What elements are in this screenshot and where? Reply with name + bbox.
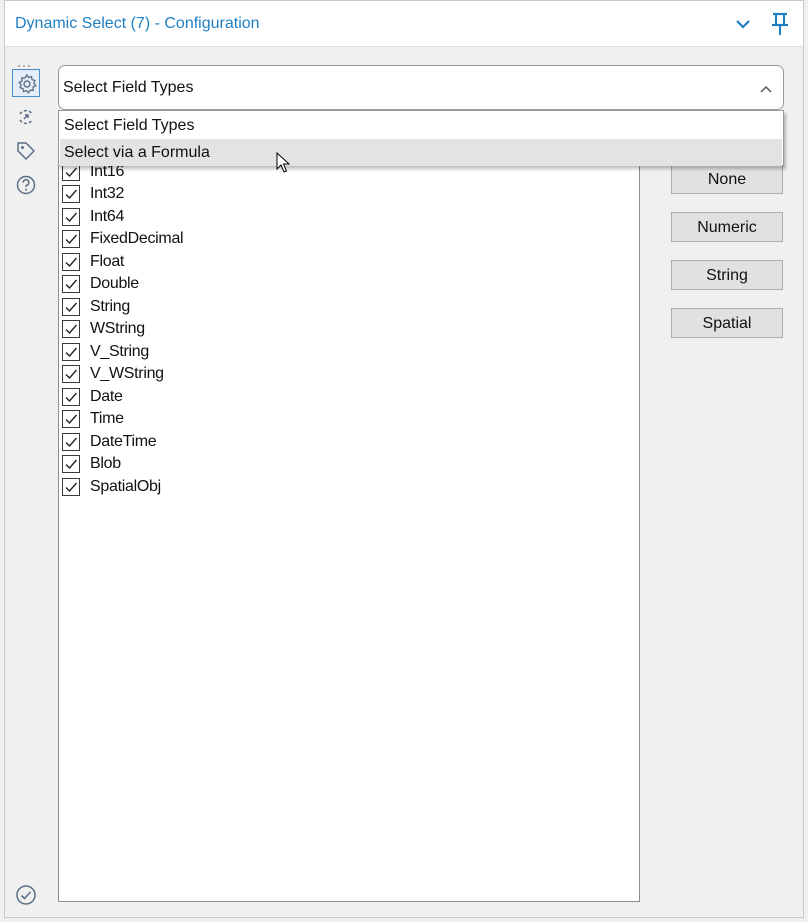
checkmark-icon [65,437,78,448]
list-item-label: SpatialObj [90,478,161,495]
checkbox[interactable] [62,208,80,226]
checkbox[interactable] [62,388,80,406]
select-numeric-button[interactable]: Numeric [671,212,783,242]
list-item-label: Int32 [90,185,125,202]
checkmark-icon [65,347,78,358]
list-item[interactable]: Double [62,273,622,295]
checkbox[interactable] [62,433,80,451]
checkmark-icon [65,482,78,493]
checkbox[interactable] [62,298,80,316]
chevron-down-icon[interactable] [734,15,752,33]
dropdown-option-label: Select via a Formula [64,144,210,161]
list-item-label: FixedDecimal [90,230,184,247]
list-item[interactable]: Time [62,408,622,430]
checkbox[interactable] [62,275,80,293]
checkmark-icon [65,324,78,335]
sidebar-annotation-tab[interactable] [12,137,40,165]
list-item-label: Int64 [90,208,125,225]
checkbox[interactable] [62,230,80,248]
sidebar-help-tab[interactable] [12,171,40,199]
panel-header: Dynamic Select (7) - Configuration [5,1,803,47]
select-none-button-label: None [707,171,747,188]
help-icon [16,175,36,195]
chevron-up-icon[interactable] [759,82,773,94]
grip-dots-icon [17,55,33,67]
list-item[interactable]: WString [62,318,622,340]
list-item[interactable]: V_String [62,341,622,363]
panel-title: Dynamic Select (7) - Configuration [15,15,260,32]
list-item-label: Date [90,388,123,405]
checkmark-icon [65,234,78,245]
list-item-label: Double [90,275,139,292]
list-item[interactable]: Date [62,386,622,408]
list-item[interactable]: SpatialObj [62,476,622,498]
list-item-label: V_WString [90,365,164,382]
checkbox[interactable] [62,253,80,271]
checkmark-icon [65,189,78,200]
checkmark-icon [65,392,78,403]
checkmark-icon [65,414,78,425]
mouse-cursor-icon [276,151,291,174]
checkmark-icon [65,279,78,290]
dropdown-option-formula[interactable]: Select via a Formula [60,139,782,166]
list-item[interactable]: Int64 [62,206,622,228]
select-string-button[interactable]: String [671,260,783,290]
checkmark-icon [65,369,78,380]
sidebar-configuration-tab[interactable] [12,69,40,97]
list-item-label: DateTime [90,433,157,450]
checkmark-icon [65,257,78,268]
mode-select-value: Select Field Types [63,79,194,96]
select-numeric-button-label: Numeric [697,219,757,236]
select-none-button[interactable]: None [671,164,783,194]
list-item[interactable]: DateTime [62,431,622,453]
checkbox[interactable] [62,343,80,361]
pin-icon[interactable] [769,11,791,37]
checkmark-icon [65,302,78,313]
list-item-label: String [90,298,130,315]
checkmark-icon [65,212,78,223]
checkbox[interactable] [62,455,80,473]
checkbox[interactable] [62,410,80,428]
dropdown-option-field-types[interactable]: Select Field Types [60,112,782,139]
check-circle-icon[interactable] [15,884,37,906]
checkmark-icon [65,459,78,470]
list-item-label: V_String [90,343,149,360]
list-item[interactable]: String [62,296,622,318]
list-item-label: Float [90,253,125,270]
list-item[interactable]: FixedDecimal [62,228,622,250]
list-item[interactable]: Blob [62,453,622,475]
gear-icon [18,73,37,94]
dropdown-option-label: Select Field Types [64,117,195,134]
connection-icon [19,109,33,125]
checkmark-icon [65,167,78,178]
list-item[interactable]: Int32 [62,183,622,205]
tag-icon [17,142,35,160]
checkbox[interactable] [62,478,80,496]
sidebar-connections-tab[interactable] [12,103,40,131]
checkbox[interactable] [62,185,80,203]
checkbox[interactable] [62,320,80,338]
list-item-label: Time [90,410,124,427]
checkbox[interactable] [62,365,80,383]
select-spatial-button[interactable]: Spatial [671,308,783,338]
field-type-list[interactable]: Int16 Int32 Int64 FixedDecimal Float Dou… [58,110,640,902]
mode-select[interactable]: Select Field Types [58,65,784,110]
list-item[interactable]: Float [62,251,622,273]
select-string-button-label: String [706,267,748,284]
list-item-label: Blob [90,455,121,472]
select-spatial-button-label: Spatial [702,315,752,332]
mode-select-dropdown: Select Field Types Select via a Formula [58,110,784,166]
list-item-label: WString [90,320,145,337]
list-item[interactable]: V_WString [62,363,622,385]
